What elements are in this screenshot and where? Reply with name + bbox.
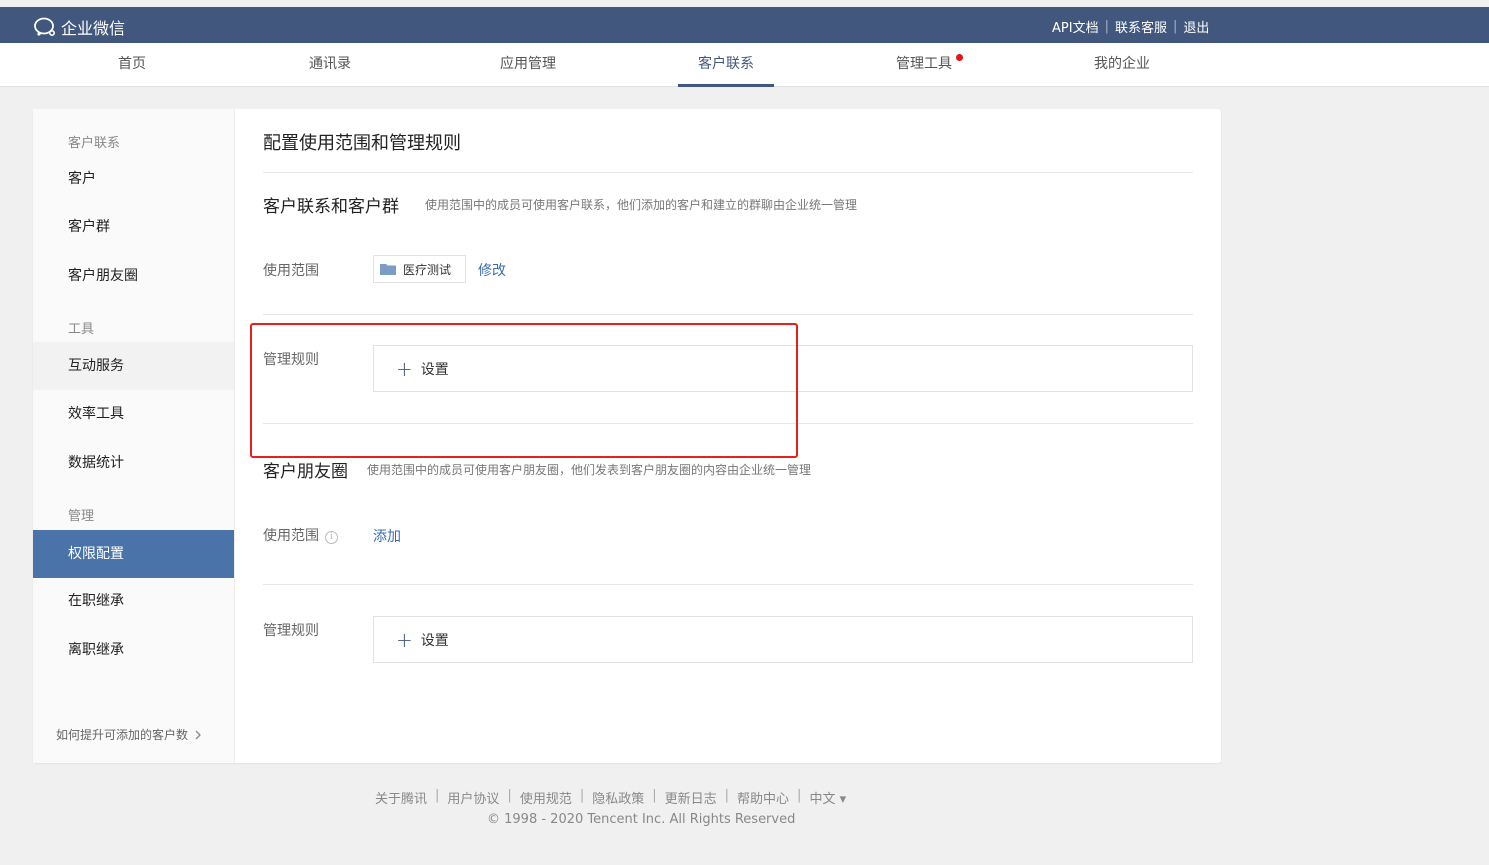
notification-badge	[956, 54, 963, 61]
sidebar: 客户联系 客户 客户群 客户朋友圈 工具 互动服务 效率工具 数据统计 管理 权…	[33, 109, 235, 763]
scope-label: 使用范围	[263, 263, 319, 279]
tip-text: 如何提升可添加的客户数	[56, 728, 189, 742]
department-tag[interactable]: 医疗测试	[373, 255, 466, 283]
sidebar-group-tools: 工具	[68, 322, 95, 337]
sidebar-item-customers[interactable]: 客户	[33, 155, 234, 203]
tab-management-tools[interactable]: 管理工具	[876, 43, 972, 87]
rules-label-moments: 管理规则	[263, 623, 319, 639]
divider: |	[724, 788, 730, 803]
logout-link[interactable]: 退出	[1183, 17, 1209, 36]
top-links: API文档 | 联系客服 | 退出	[1052, 17, 1209, 36]
tab-my-enterprise[interactable]: 我的企业	[1074, 43, 1170, 87]
tab-home[interactable]: 首页	[84, 43, 180, 87]
footer-help-link[interactable]: 帮助中心	[737, 788, 789, 807]
sidebar-group-management: 管理	[68, 509, 95, 524]
section-moments-desc: 使用范围中的成员可使用客户朋友圈，他们发表到客户朋友圈的内容由企业统一管理	[367, 463, 812, 477]
section-customer-contact-title: 客户联系和客户群	[263, 197, 399, 217]
plus-icon: +	[396, 627, 413, 652]
divider: |	[1172, 19, 1178, 34]
divider: |	[507, 788, 512, 803]
divider: |	[579, 788, 585, 803]
scope-label-moments: 使用范围 i	[263, 525, 338, 545]
divider: |	[652, 788, 657, 803]
chevron-right-icon	[195, 730, 201, 740]
sidebar-item-moments[interactable]: 客户朋友圈	[33, 252, 234, 300]
section-customer-contact-desc: 使用范围中的成员可使用客户联系，他们添加的客户和建立的群聊由企业统一管理	[425, 198, 858, 212]
divider: |	[1104, 19, 1109, 34]
api-docs-link[interactable]: API文档	[1052, 17, 1099, 36]
sidebar-item-permissions[interactable]: 权限配置	[33, 530, 234, 578]
tab-contacts[interactable]: 通讯录	[282, 43, 378, 87]
divider	[263, 584, 1193, 585]
set-moments-rules-button[interactable]: + 设置	[373, 616, 1193, 663]
department-name: 医疗测试	[403, 262, 452, 277]
main-nav: 首页 通讯录 应用管理 客户联系 管理工具 我的企业	[0, 43, 1489, 87]
tab-customer-contact[interactable]: 客户联系	[678, 43, 774, 87]
language-selector[interactable]: 中文 ▾	[809, 788, 846, 807]
logo[interactable]: 企业微信	[33, 15, 125, 39]
scope-label-text: 使用范围	[263, 528, 319, 544]
sidebar-group-customer-contact: 客户联系	[68, 136, 121, 151]
highlight-annotation	[250, 323, 798, 458]
sidebar-item-statistics[interactable]: 数据统计	[33, 439, 234, 487]
add-scope-link[interactable]: 添加	[373, 526, 401, 546]
page-title: 配置使用范围和管理规则	[263, 133, 461, 154]
logo-text: 企业微信	[61, 19, 126, 38]
copyright: © 1998 - 2020 Tencent Inc. All Rights Re…	[487, 812, 796, 827]
info-icon[interactable]: i	[325, 531, 338, 544]
set-label: 设置	[420, 632, 449, 649]
sidebar-item-active-inheritance[interactable]: 在职继承	[33, 577, 234, 625]
footer-about-link[interactable]: 关于腾讯	[375, 788, 427, 807]
tab-app-management[interactable]: 应用管理	[480, 43, 576, 87]
top-bar: 企业微信 API文档 | 联系客服 | 退出	[0, 7, 1489, 43]
sidebar-item-efficiency-tools[interactable]: 效率工具	[33, 390, 234, 438]
contact-support-link[interactable]: 联系客服	[1115, 17, 1167, 36]
divider: |	[435, 788, 440, 803]
sidebar-item-resigned-inheritance[interactable]: 离职继承	[33, 626, 234, 674]
modify-scope-link[interactable]: 修改	[478, 260, 506, 280]
footer-user-agreement-link[interactable]: 用户协议	[447, 788, 499, 807]
sidebar-item-customer-groups[interactable]: 客户群	[33, 203, 234, 251]
footer-links: 关于腾讯 | 用户协议 | 使用规范 | 隐私政策 | 更新日志 | 帮助中心 | 中文 ▾	[375, 788, 846, 807]
sidebar-item-interactive-service[interactable]: 互动服务	[33, 342, 234, 390]
wecom-logo-icon	[34, 17, 55, 37]
folder-icon	[380, 264, 396, 275]
increase-customers-tip[interactable]: 如何提升可添加的客户数	[56, 726, 202, 743]
section-moments-title: 客户朋友圈	[263, 462, 348, 482]
footer-changelog-link[interactable]: 更新日志	[665, 788, 717, 807]
divider: |	[797, 788, 802, 803]
footer-privacy-link[interactable]: 隐私政策	[592, 788, 644, 807]
divider	[263, 172, 1193, 173]
divider	[263, 314, 1193, 315]
footer-usage-rules-link[interactable]: 使用规范	[520, 788, 572, 807]
